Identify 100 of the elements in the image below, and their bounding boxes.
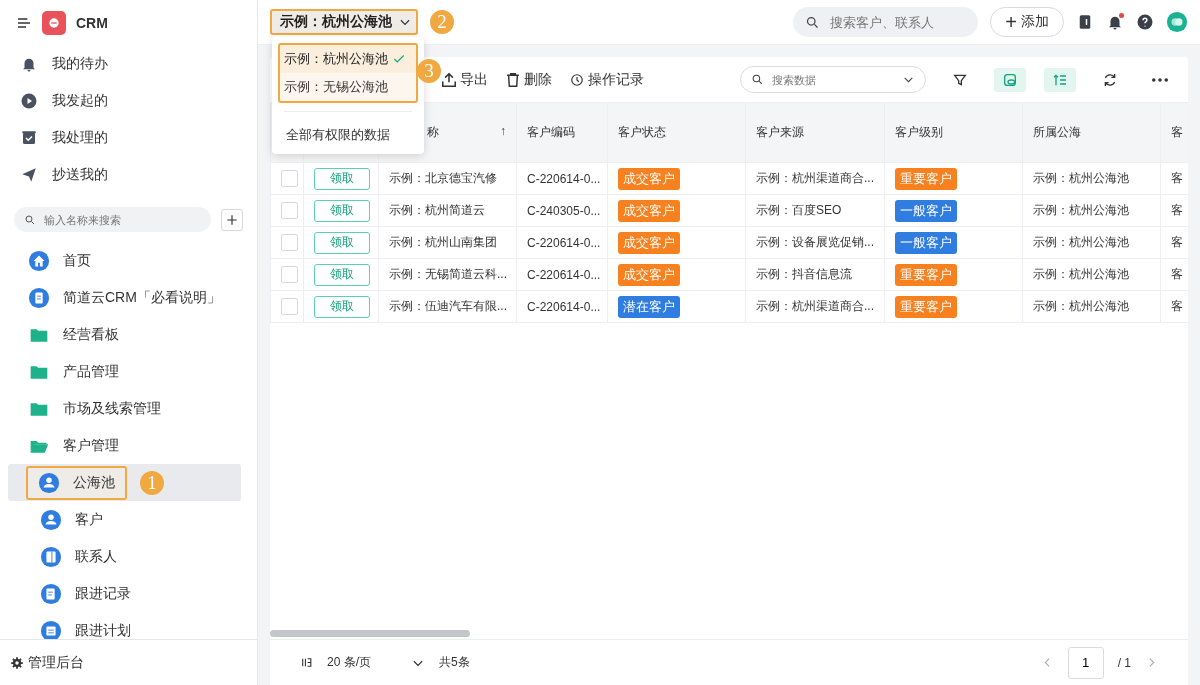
scrollbar-thumb[interactable] bbox=[270, 630, 470, 637]
document-icon bbox=[28, 286, 50, 309]
status-tag: 成交客户 bbox=[618, 199, 680, 222]
total-count: 共5条 bbox=[439, 654, 470, 671]
search-input[interactable]: 搜索客户、联系人 bbox=[828, 13, 973, 31]
add-button[interactable] bbox=[221, 208, 243, 231]
nav-item[interactable]: 首页 bbox=[8, 242, 241, 279]
table-cell: C-220614-0... bbox=[527, 171, 601, 186]
nav-label: 经营看板 bbox=[63, 325, 119, 344]
nav-item[interactable]: 客户 bbox=[8, 501, 241, 538]
status-tag: 重要客户 bbox=[895, 167, 957, 190]
column-header: 称 bbox=[427, 124, 439, 141]
status-tag: 重要客户 bbox=[895, 263, 957, 286]
admin-link[interactable]: 管理后台 bbox=[0, 639, 257, 685]
pool-option[interactable]: 示例：杭州公海池 bbox=[280, 45, 416, 73]
column-header: 客户来源 bbox=[756, 125, 804, 139]
nav-label: 联系人 bbox=[75, 547, 117, 566]
table-cell: 示例：杭州公海池 bbox=[1033, 203, 1129, 217]
search-field[interactable]: 输入名称来搜索 bbox=[14, 207, 211, 232]
table-cell: C-220614-0... bbox=[527, 235, 601, 250]
page-total: / 1 bbox=[1117, 655, 1131, 670]
table-cell: 示例：杭州渠道商合... bbox=[756, 171, 874, 185]
app-name: CRM bbox=[76, 14, 108, 31]
toolbar-button[interactable]: 删除 bbox=[506, 70, 552, 89]
table-cell: 示例：无锡简道云科... bbox=[389, 267, 507, 281]
search-icon bbox=[751, 73, 764, 86]
search-input[interactable]: 搜索数据 bbox=[770, 72, 896, 87]
view-toggle-button[interactable] bbox=[994, 67, 1026, 92]
upload-icon bbox=[442, 72, 456, 87]
column-header: 客 bbox=[1171, 125, 1183, 139]
nav-label: 跟进记录 bbox=[75, 584, 131, 603]
callout-badge: 2 bbox=[430, 10, 454, 34]
status-tag: 成交客户 bbox=[618, 263, 680, 286]
nav-item[interactable]: 联系人 bbox=[8, 538, 241, 575]
status-tag: 一般客户 bbox=[895, 231, 957, 254]
quick-item[interactable]: 我处理的 bbox=[0, 119, 257, 156]
view-toggle-button[interactable] bbox=[1044, 67, 1076, 92]
nav-label: 市场及线索管理 bbox=[63, 399, 161, 418]
quick-item[interactable]: 抄送我的 bbox=[0, 156, 257, 193]
nav-label: 产品管理 bbox=[63, 362, 119, 381]
table-cell: 示例：杭州公海池 bbox=[1033, 235, 1129, 249]
row-checkbox[interactable] bbox=[281, 266, 298, 283]
nav-label: 客户管理 bbox=[63, 436, 119, 455]
table-cell: 示例：杭州公海池 bbox=[1033, 299, 1129, 313]
nav-item[interactable]: 跟进计划 bbox=[8, 612, 241, 639]
toolbar-button[interactable]: 操作记录 bbox=[570, 70, 644, 89]
help-icon[interactable] bbox=[1136, 13, 1154, 31]
table-cell: 示例：抖音信息流 bbox=[756, 267, 852, 281]
row-checkbox[interactable] bbox=[281, 234, 298, 251]
table-cell: 客 bbox=[1171, 299, 1183, 313]
table-cell: 示例：杭州简道云 bbox=[389, 203, 485, 217]
table-cell: 示例：北京德宝汽修 bbox=[389, 171, 497, 185]
more-icon bbox=[1152, 77, 1168, 82]
play-icon bbox=[20, 91, 38, 110]
nav-item[interactable]: 跟进记录 bbox=[8, 575, 241, 612]
eye-icon bbox=[1002, 71, 1018, 88]
sort-arrow[interactable]: ↑ bbox=[500, 124, 506, 141]
nav-item[interactable]: 客户管理 bbox=[8, 427, 241, 464]
page-input[interactable]: 1 bbox=[1067, 646, 1104, 679]
nav-item[interactable]: 产品管理 bbox=[8, 353, 241, 390]
pool-option[interactable]: 全部有权限的数据 bbox=[272, 120, 404, 150]
global-search-field[interactable]: 搜索客户、联系人 bbox=[793, 7, 979, 37]
toolbar-button[interactable]: 导出 bbox=[442, 70, 488, 89]
table-cell: 示例：杭州公海池 bbox=[1033, 267, 1129, 281]
avatar-icon[interactable] bbox=[1166, 11, 1188, 33]
search-input[interactable]: 输入名称来搜索 bbox=[42, 212, 186, 227]
nav-item[interactable]: 简道云CRM「必看说明」 bbox=[8, 279, 241, 316]
column-header: 客户状态 bbox=[618, 125, 666, 139]
column-header: 客户编码 bbox=[527, 125, 575, 139]
quick-item[interactable]: 我的待办 bbox=[0, 45, 257, 82]
page-size-select[interactable]: 20 条/页 bbox=[327, 654, 425, 671]
row-checkbox[interactable] bbox=[281, 170, 298, 187]
table-cell: C-220614-0... bbox=[527, 267, 601, 282]
table-cell: 客 bbox=[1171, 267, 1183, 281]
status-tag: 成交客户 bbox=[618, 167, 680, 190]
table-cell: 示例：杭州公海池 bbox=[1033, 171, 1129, 185]
pool-option[interactable]: 示例：无锡公海池 bbox=[280, 73, 416, 101]
nav-label: 简道云CRM「必看说明」 bbox=[63, 288, 221, 307]
gear-icon bbox=[10, 655, 24, 670]
nav-item[interactable]: 公海池 1 bbox=[8, 464, 241, 501]
table-cell: 客 bbox=[1171, 203, 1183, 217]
nav-item[interactable]: 市场及线索管理 bbox=[8, 390, 241, 427]
clock-icon bbox=[570, 72, 584, 87]
status-tag: 潜在客户 bbox=[618, 295, 680, 318]
column-header: 客户级别 bbox=[895, 125, 943, 139]
home-icon bbox=[28, 249, 50, 272]
pool-selector[interactable]: 示例：杭州公海池 bbox=[270, 9, 418, 35]
row-checkbox[interactable] bbox=[281, 202, 298, 219]
table-cell: C-220614-0... bbox=[527, 299, 601, 314]
quick-item[interactable]: 我发起的 bbox=[0, 82, 257, 119]
nav-label: 公海池 bbox=[73, 473, 115, 492]
plus-icon bbox=[225, 212, 239, 227]
add-button[interactable]: + 添加 bbox=[990, 7, 1064, 37]
table-cell: 客 bbox=[1171, 235, 1183, 249]
trash-icon bbox=[506, 72, 520, 87]
check-icon bbox=[392, 52, 406, 66]
table-cell: 客 bbox=[1171, 171, 1183, 185]
columns-icon[interactable] bbox=[300, 656, 313, 669]
row-checkbox[interactable] bbox=[281, 298, 298, 315]
nav-item[interactable]: 经营看板 bbox=[8, 316, 241, 353]
